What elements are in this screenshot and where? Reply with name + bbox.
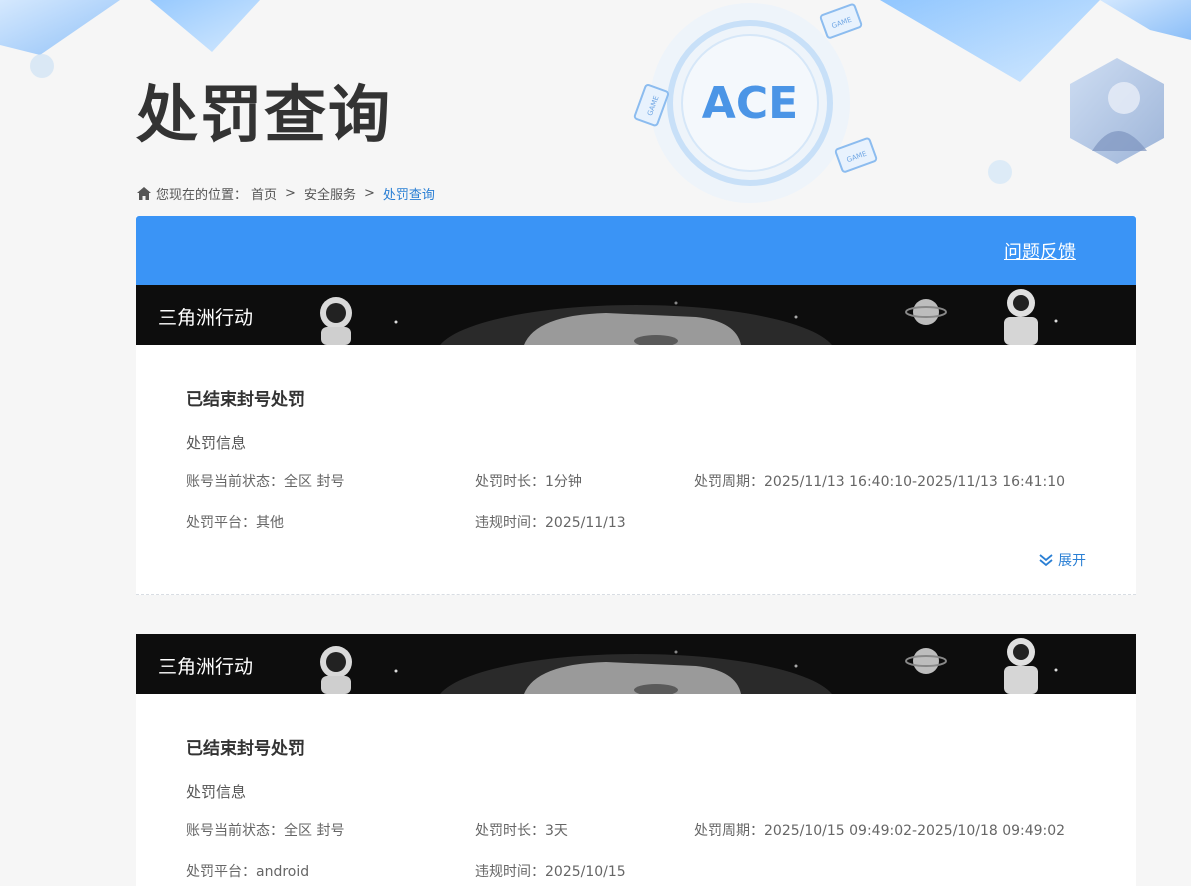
ace-logo: ACE GAME GAME GAME bbox=[630, 0, 890, 210]
expand-button[interactable]: 展开 bbox=[1038, 550, 1086, 570]
breadcrumb-separator: > bbox=[363, 186, 375, 201]
info-label: 处罚信息 bbox=[186, 783, 247, 801]
penalty-duration: 处罚时长：1分钟 bbox=[475, 474, 582, 490]
account-status: 账号当前状态：全区 封号 bbox=[186, 823, 345, 839]
penalty-platform: 处罚平台：android bbox=[186, 864, 310, 880]
breadcrumb-item-home[interactable]: 首页 bbox=[251, 184, 277, 203]
record-gap bbox=[136, 595, 1136, 634]
violation-time: 违规时间：2025/11/13 bbox=[475, 515, 626, 531]
avatar bbox=[1062, 56, 1172, 166]
penalty-record: 已结束封号处罚 处罚信息 账号当前状态：全区 封号 处罚时长：1分钟 处罚周期：… bbox=[136, 345, 1136, 594]
info-grid: 账号当前状态：全区 封号 处罚时长：1分钟 处罚周期：2025/11/13 16… bbox=[186, 471, 1086, 553]
record-title: 已结束封号处罚 bbox=[186, 739, 305, 759]
page-title: 处罚查询 bbox=[136, 78, 393, 151]
account-status: 账号当前状态：全区 封号 bbox=[186, 474, 345, 490]
main-panel: 问题反馈 三角洲行动 已结束封号处罚 处罚信息 账号当前状态：全区 封号 处罚时 bbox=[136, 216, 1136, 886]
info-grid: 账号当前状态：全区 封号 处罚时长：3天 处罚周期：2025/10/15 09:… bbox=[186, 820, 1086, 886]
penalty-duration: 处罚时长：3天 bbox=[475, 823, 568, 839]
game-banner: 三角洲行动 bbox=[136, 285, 1136, 345]
penalty-record: 已结束封号处罚 处罚信息 账号当前状态：全区 封号 处罚时长：3天 处罚周期：2… bbox=[136, 694, 1136, 886]
breadcrumb-separator: > bbox=[285, 186, 296, 201]
game-name: 三角洲行动 bbox=[158, 307, 254, 329]
breadcrumb-item-current[interactable]: 处罚查询 bbox=[383, 184, 435, 203]
info-label: 处罚信息 bbox=[186, 434, 247, 452]
game-banner: 三角洲行动 bbox=[136, 634, 1136, 694]
game-name: 三角洲行动 bbox=[158, 656, 254, 678]
penalty-period: 处罚周期：2025/10/15 09:49:02-2025/10/18 09:4… bbox=[694, 823, 1066, 839]
breadcrumb-item-security[interactable]: 安全服务 bbox=[304, 184, 356, 203]
breadcrumb-prefix: 您现在的位置： bbox=[156, 188, 248, 203]
penalty-period: 处罚周期：2025/11/13 16:40:10-2025/11/13 16:4… bbox=[694, 474, 1066, 490]
banner-illustration bbox=[320, 289, 1058, 345]
expand-label: 展开 bbox=[1058, 553, 1086, 569]
double-chevron-down-icon bbox=[1039, 554, 1053, 567]
banner-illustration bbox=[320, 638, 1058, 694]
home-icon bbox=[137, 187, 151, 200]
violation-time: 违规时间：2025/10/15 bbox=[475, 864, 626, 880]
panel-header: 问题反馈 bbox=[136, 216, 1136, 285]
ace-logo-text: ACE bbox=[702, 78, 798, 129]
breadcrumb: 您现在的位置： 首页 > 安全服务 > 处罚查询 bbox=[136, 184, 435, 203]
feedback-link[interactable]: 问题反馈 bbox=[1004, 238, 1076, 264]
penalty-platform: 处罚平台：其他 bbox=[186, 515, 284, 531]
record-title: 已结束封号处罚 bbox=[186, 390, 305, 410]
